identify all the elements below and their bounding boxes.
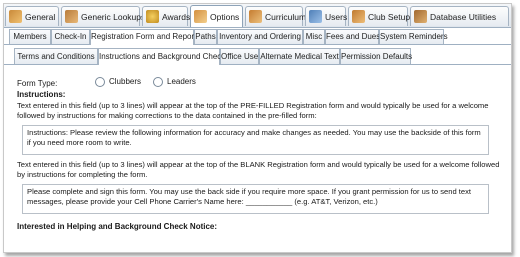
prefilled-note: Text entered in this field (up to 3 line… xyxy=(17,101,489,120)
tab-label: Club Setup xyxy=(368,11,411,22)
tab-label: Curriculum xyxy=(265,11,307,22)
database-icon xyxy=(414,10,427,23)
tab-fees-and-dues[interactable]: Fees and Dues xyxy=(325,29,380,44)
club-setup-icon xyxy=(352,10,365,23)
registration-sub-tab-bar: Terms and Conditions Instructions and Ba… xyxy=(4,48,511,65)
tab-terms-and-conditions[interactable]: Terms and Conditions xyxy=(14,48,98,64)
options-sub-tab-bar: Members Check-In Registration Form and R… xyxy=(4,29,511,45)
users-icon xyxy=(309,10,322,23)
tab-system-reminders[interactable]: System Reminders xyxy=(379,29,448,44)
tab-curriculum[interactable]: Curriculum xyxy=(245,6,307,26)
main-tab-bar: General Generic Lookups Awards Options C… xyxy=(4,4,511,28)
blank-instructions-field[interactable]: Please complete and sign this form. You … xyxy=(22,184,489,214)
prefilled-instructions-field[interactable]: Instructions: Please review the followin… xyxy=(22,125,489,155)
tab-label: Options xyxy=(210,11,240,22)
tab-users[interactable]: Users xyxy=(305,6,348,26)
tab-database-utilities[interactable]: Database Utilities xyxy=(410,6,509,26)
radio-circle-icon[interactable] xyxy=(153,77,163,87)
tab-permission-defaults[interactable]: Permission Defaults xyxy=(340,48,412,64)
form-type-row: Form Type: xyxy=(17,79,57,88)
tab-generic-lookups[interactable]: Generic Lookups xyxy=(61,6,145,26)
tab-label: Awards xyxy=(162,11,191,22)
awards-icon xyxy=(146,10,159,23)
tab-instructions-and-background-check[interactable]: Instructions and Background Check xyxy=(98,48,225,65)
radio-clubbers[interactable]: Clubbers xyxy=(95,77,141,87)
radio-label: Leaders xyxy=(167,77,196,87)
general-icon xyxy=(9,10,22,23)
blank-note: Text entered in this field (up to 3 line… xyxy=(17,160,500,179)
options-icon xyxy=(194,10,207,23)
tab-label: Database Utilities xyxy=(430,11,497,22)
form-type-label: Form Type: xyxy=(17,79,58,88)
radio-leaders[interactable]: Leaders xyxy=(153,77,196,87)
torn-edge xyxy=(4,233,511,252)
options-window: General Generic Lookups Awards Options C… xyxy=(3,3,512,253)
tab-label: Generic Lookups xyxy=(81,11,146,22)
tab-registration-form-and-reports[interactable]: Registration Form and Reports xyxy=(90,29,200,45)
tab-inventory-and-ordering[interactable]: Inventory and Ordering xyxy=(217,29,303,44)
radio-circle-icon[interactable] xyxy=(95,77,105,87)
tab-members[interactable]: Members xyxy=(9,29,51,44)
tab-check-in[interactable]: Check-In xyxy=(51,29,90,44)
tab-options[interactable]: Options xyxy=(190,5,243,27)
lookups-icon xyxy=(65,10,78,23)
tab-general[interactable]: General xyxy=(5,6,59,26)
tab-label: General xyxy=(25,11,56,22)
tab-paths[interactable]: Paths xyxy=(194,29,217,44)
curriculum-icon xyxy=(249,10,262,23)
radio-label: Clubbers xyxy=(109,77,142,87)
tab-misc[interactable]: Misc xyxy=(303,29,325,44)
tab-alternate-medical-text[interactable]: Alternate Medical Text xyxy=(259,48,340,64)
tab-awards[interactable]: Awards xyxy=(142,6,191,26)
tab-club-setup[interactable]: Club Setup xyxy=(348,6,411,26)
tab-label: Users xyxy=(325,11,348,22)
tab-office-use[interactable]: Office Use xyxy=(220,48,259,64)
instructions-heading: Instructions: xyxy=(17,90,66,99)
